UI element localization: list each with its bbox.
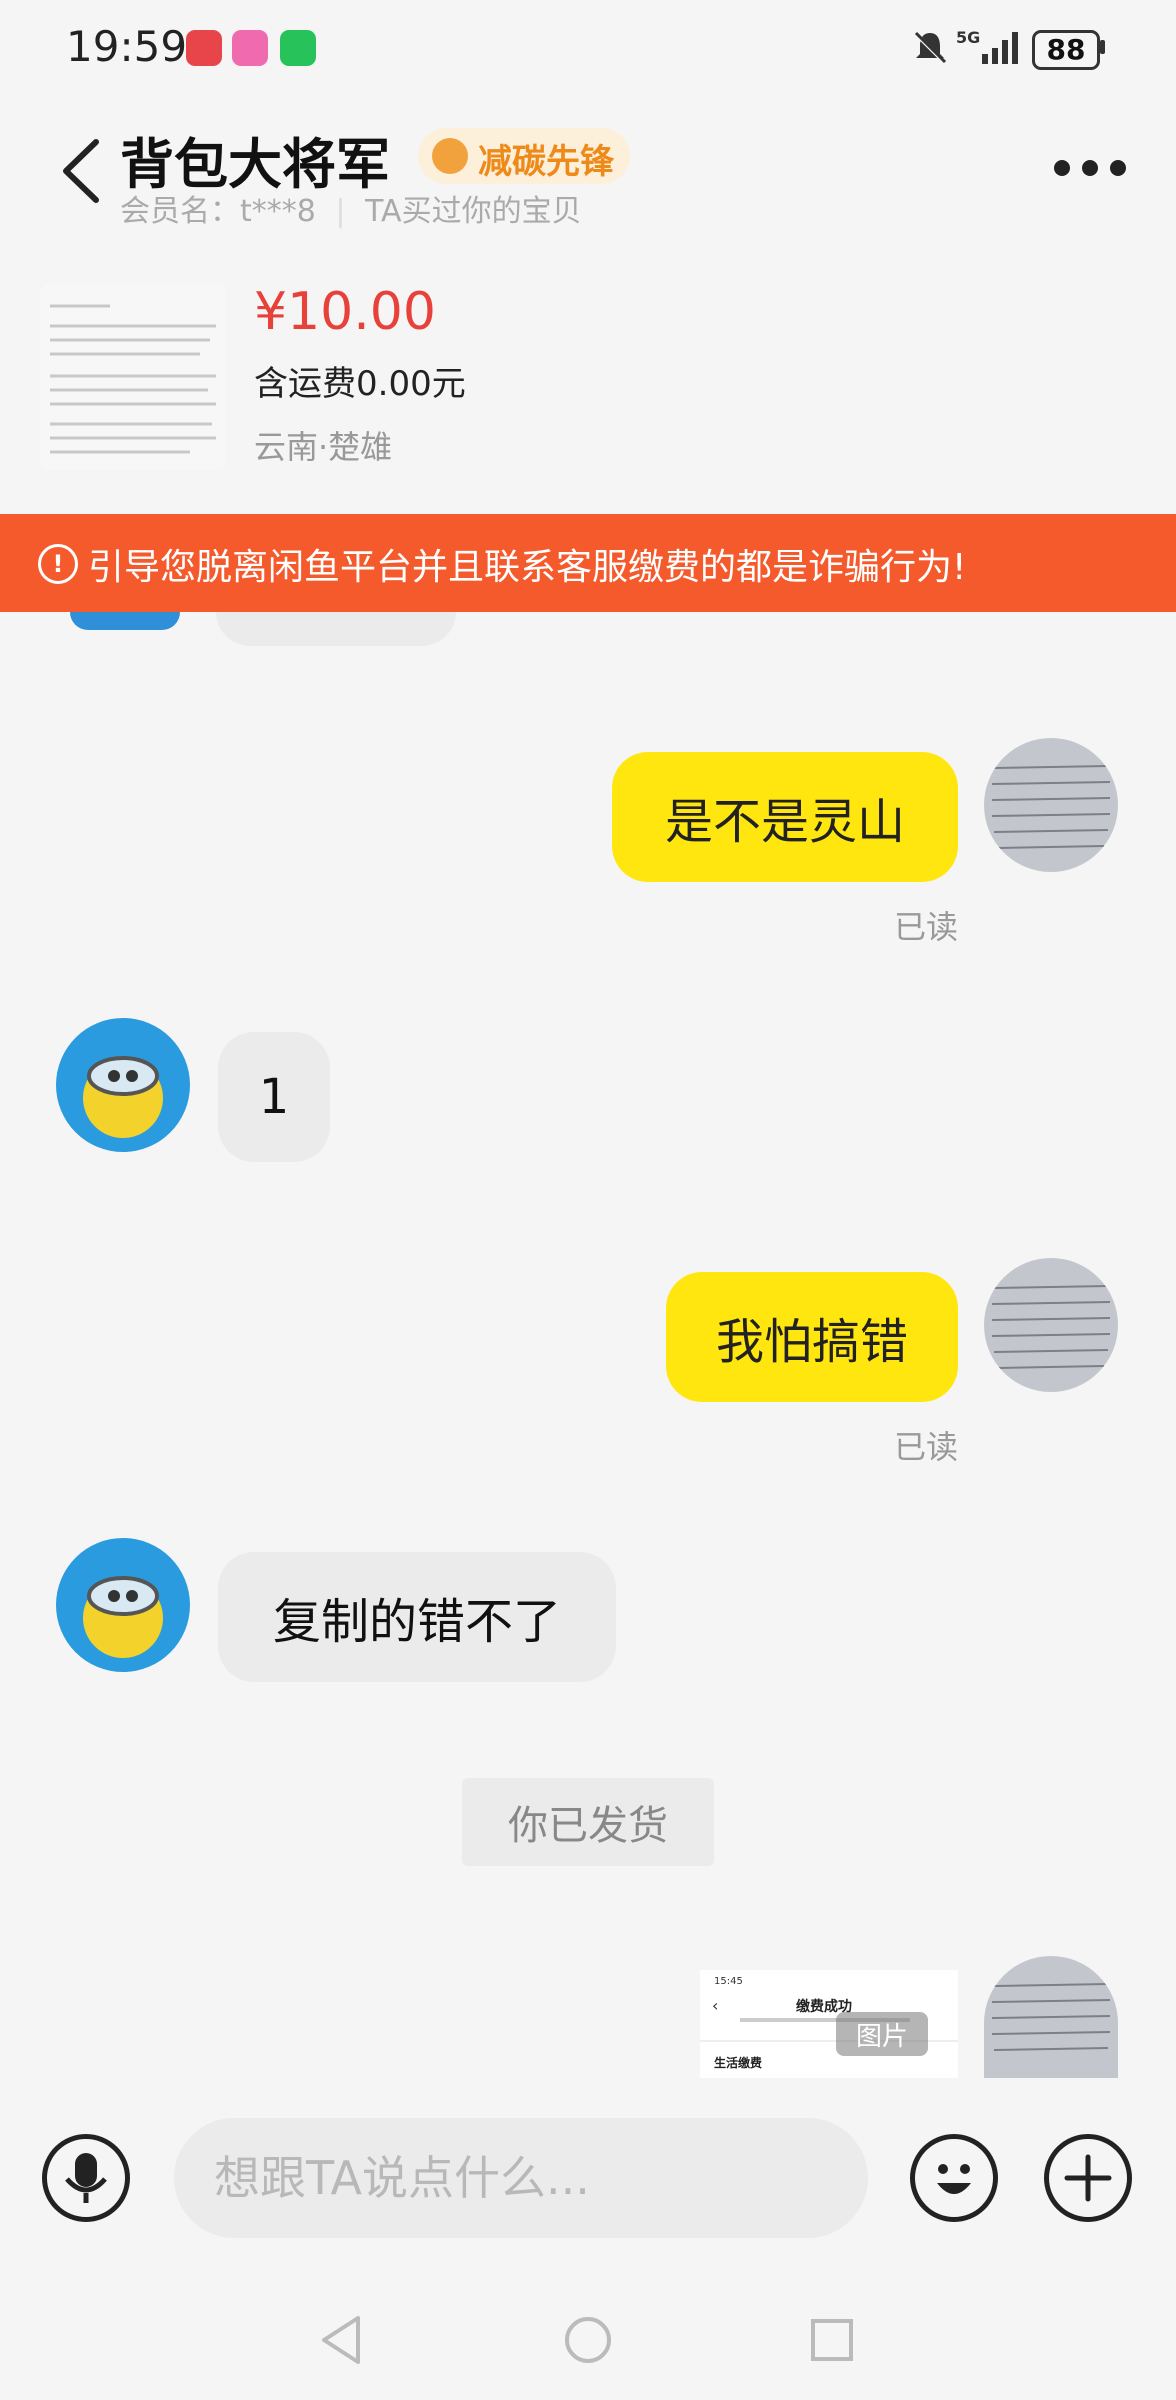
message-bubble-outgoing[interactable]: 我怕搞错 (666, 1272, 958, 1402)
member-line: 会员名：t***8 | TA买过你的宝贝 (120, 186, 582, 230)
image-message[interactable]: 15:45 ‹ 缴费成功 生活缴费 图片 (700, 1970, 958, 2078)
more-options-icon[interactable] (1054, 160, 1130, 180)
status-time: 19:59 (66, 22, 188, 71)
network-label: 5G (956, 28, 981, 47)
fraud-warning-text: 引导您脱离闲鱼平台并且联系客服缴费的都是诈骗行为! (88, 547, 967, 588)
message-input[interactable] (174, 2118, 868, 2238)
signal-icon (982, 32, 1018, 64)
nav-recents-icon[interactable] (808, 2316, 856, 2364)
clipped-avatar (70, 612, 180, 630)
carbon-badge-label: 减碳先锋 (478, 142, 614, 182)
clipped-message-bubble (216, 612, 456, 646)
read-status: 已读 (894, 908, 959, 946)
mute-bell-icon (913, 31, 947, 65)
system-notice-shipped: 你已发货 (462, 1778, 714, 1866)
preview-back-icon: ‹ (712, 1996, 719, 2015)
taobao-app-icon (232, 30, 268, 66)
plus-icon (1064, 2154, 1112, 2202)
emoji-button[interactable] (910, 2134, 998, 2222)
nav-back-icon[interactable] (316, 2312, 366, 2368)
image-overlay-label: 图片 (836, 2012, 928, 2056)
battery-icon: 88 (1032, 30, 1100, 70)
seller-avatar[interactable] (56, 1018, 190, 1152)
product-price: ¥10.00 (254, 282, 436, 342)
alert-icon: ! (38, 544, 78, 584)
voice-button[interactable] (42, 2134, 130, 2222)
message-bubble-incoming[interactable]: 1 (218, 1032, 330, 1162)
my-avatar[interactable] (984, 1258, 1118, 1392)
message-bubble-outgoing[interactable]: 是不是灵山 (612, 752, 958, 882)
add-button[interactable] (1044, 2134, 1132, 2222)
seller-avatar[interactable] (56, 1538, 190, 1672)
shipping-fee: 含运费0.00元 (254, 364, 466, 404)
battery-tip (1100, 40, 1105, 54)
read-status: 已读 (894, 1428, 959, 1466)
product-thumbnail[interactable] (40, 284, 226, 470)
my-avatar[interactable] (984, 1956, 1118, 2078)
microphone-icon (65, 2153, 107, 2203)
preview-time: 15:45 (714, 1976, 743, 1987)
back-arrow-icon[interactable] (56, 136, 106, 206)
emoji-icon (937, 2164, 971, 2194)
product-location: 云南·楚雄 (254, 428, 393, 466)
wechat-app-icon (280, 30, 316, 66)
preview-line: 生活缴费 (714, 2056, 763, 2070)
book-app-icon (186, 30, 222, 66)
member-name: 会员名：t***8 (120, 194, 316, 229)
leaf-icon (432, 138, 468, 174)
message-bubble-incoming[interactable]: 复制的错不了 (218, 1552, 616, 1682)
bought-note: TA买过你的宝贝 (365, 194, 582, 229)
divider: | (335, 194, 346, 229)
nav-home-icon[interactable] (562, 2314, 614, 2366)
my-avatar[interactable] (984, 738, 1118, 872)
